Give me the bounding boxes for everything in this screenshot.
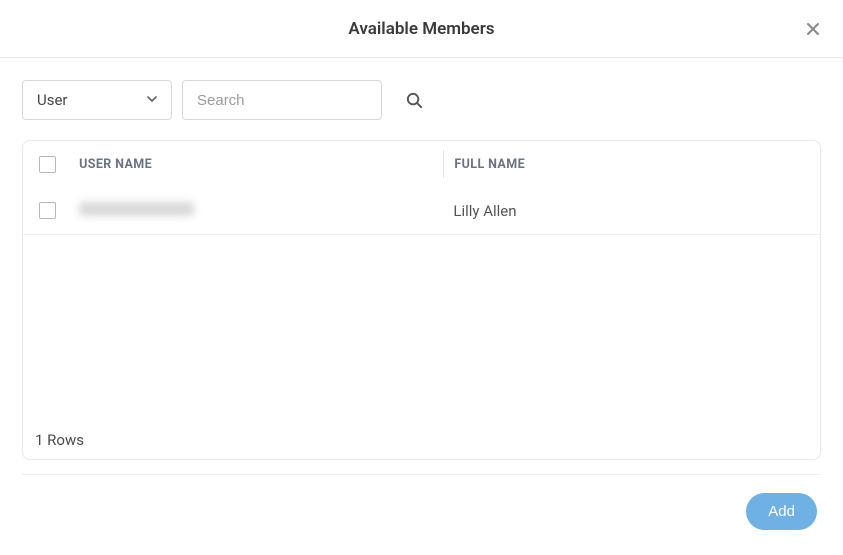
chevron-down-icon: [145, 91, 159, 110]
table-row[interactable]: Lilly Allen: [23, 187, 820, 235]
column-header-fullname: FULL NAME: [454, 157, 525, 172]
dialog-footer: Add: [22, 474, 821, 540]
fullname-cell: Lilly Allen: [453, 202, 516, 220]
search-input[interactable]: [182, 80, 382, 120]
username-cell: [79, 202, 194, 216]
dialog-title: Available Members: [348, 19, 494, 39]
add-button[interactable]: Add: [746, 493, 817, 530]
available-members-dialog: Available Members User: [0, 0, 843, 555]
row-count: 1 Rows: [35, 431, 84, 449]
table-footer: 1 Rows: [23, 421, 820, 459]
filter-type-select[interactable]: User: [22, 80, 172, 120]
select-all-checkbox[interactable]: [39, 156, 56, 173]
close-icon: [805, 21, 821, 37]
filter-type-value: User: [37, 91, 68, 109]
table-header-row: USER NAME FULL NAME: [23, 141, 820, 187]
close-button[interactable]: [801, 17, 825, 41]
search-icon: [405, 91, 424, 110]
members-table: USER NAME FULL NAME Lilly Allen 1 Rows: [22, 140, 821, 460]
filter-bar: User: [0, 58, 843, 126]
row-checkbox[interactable]: [39, 202, 56, 219]
table-body: Lilly Allen: [23, 187, 820, 421]
dialog-header: Available Members: [0, 0, 843, 58]
column-header-username: USER NAME: [79, 157, 152, 172]
search-button[interactable]: [396, 82, 432, 118]
